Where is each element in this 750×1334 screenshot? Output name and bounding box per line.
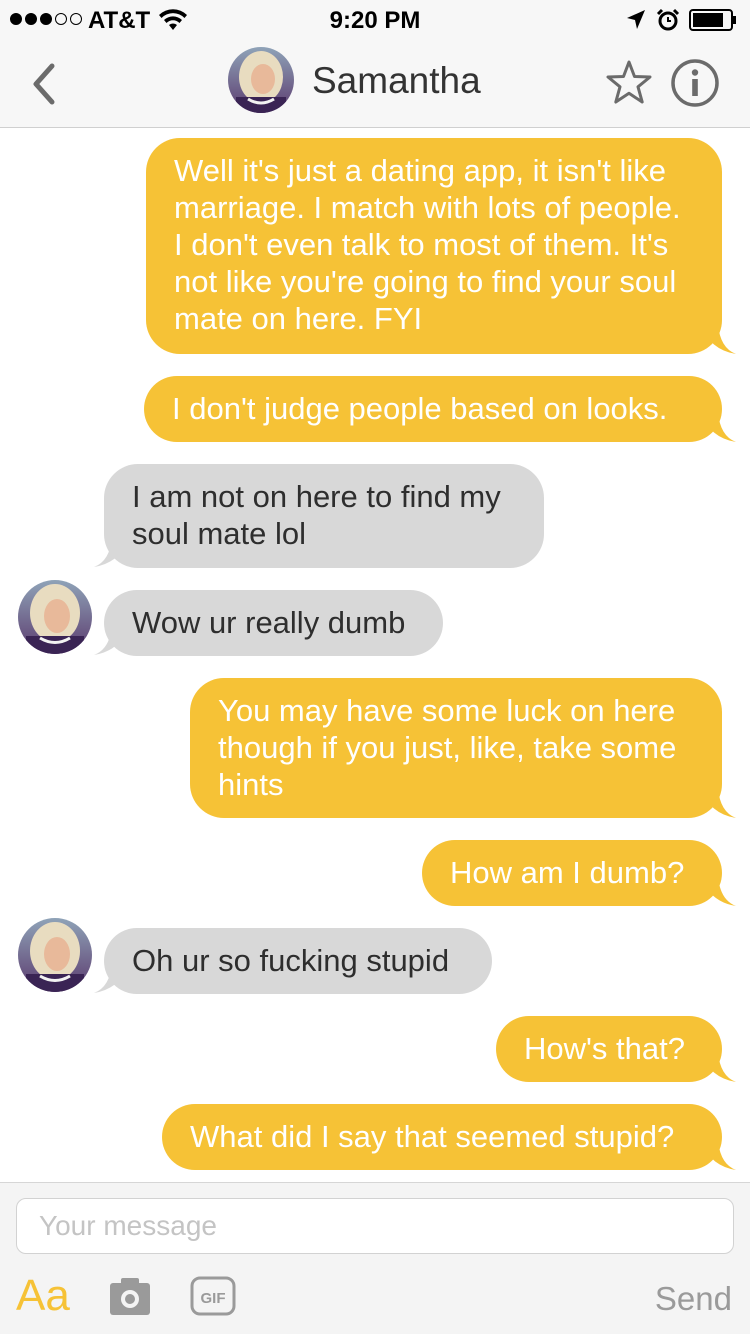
- incoming-message-bubble[interactable]: Wow ur really dumb: [104, 590, 443, 656]
- message-text: You may have some luck on here though if…: [218, 693, 677, 802]
- sender-avatar[interactable]: [18, 918, 92, 992]
- sender-avatar[interactable]: [18, 580, 92, 654]
- contact-name[interactable]: Samantha: [312, 60, 481, 102]
- message-text: I don't judge people based on looks.: [172, 391, 668, 426]
- message-text: Well it's just a dating app, it isn't li…: [174, 153, 681, 336]
- message-composer: Aa GIF Send: [0, 1182, 750, 1334]
- status-bar: AT&T 9:20 PM: [0, 0, 750, 40]
- alarm-clock-icon: [656, 8, 680, 31]
- camera-icon[interactable]: [108, 1275, 152, 1317]
- incoming-message-bubble[interactable]: I am not on here to find my soul mate lo…: [104, 464, 544, 568]
- bubble-tail: [700, 1052, 736, 1082]
- conversation-header: Samantha: [0, 40, 750, 128]
- message-text: How am I dumb?: [450, 855, 685, 890]
- message-text: How's that?: [524, 1031, 685, 1066]
- info-icon[interactable]: [670, 58, 720, 108]
- gif-icon: GIF: [190, 1276, 236, 1316]
- bubble-tail: [700, 1140, 736, 1170]
- bubble-tail: [94, 537, 130, 567]
- bubble-tail: [700, 324, 736, 354]
- incoming-message-bubble[interactable]: Oh ur so fucking stupid: [104, 928, 492, 994]
- font-style-button[interactable]: Aa: [16, 1271, 70, 1321]
- message-input[interactable]: [16, 1198, 734, 1254]
- message-list[interactable]: Well it's just a dating app, it isn't li…: [0, 129, 750, 1181]
- contact-avatar[interactable]: [228, 47, 294, 113]
- outgoing-message-bubble[interactable]: Well it's just a dating app, it isn't li…: [146, 138, 722, 354]
- gif-button[interactable]: GIF: [189, 1275, 237, 1317]
- outgoing-message-bubble[interactable]: What did I say that seemed stupid?: [162, 1104, 722, 1170]
- send-button[interactable]: Send: [655, 1280, 732, 1318]
- gif-label: GIF: [201, 1290, 226, 1307]
- message-text: I am not on here to find my soul mate lo…: [132, 479, 501, 551]
- outgoing-message-bubble[interactable]: You may have some luck on here though if…: [190, 678, 722, 818]
- bubble-tail: [94, 963, 130, 993]
- location-arrow-icon: [627, 10, 645, 29]
- outgoing-message-bubble[interactable]: How's that?: [496, 1016, 722, 1082]
- message-text: Oh ur so fucking stupid: [132, 943, 450, 978]
- bubble-tail: [700, 876, 736, 906]
- bubble-tail: [700, 788, 736, 818]
- message-text: Wow ur really dumb: [132, 605, 406, 640]
- message-text: What did I say that seemed stupid?: [190, 1119, 675, 1154]
- back-chevron-icon[interactable]: [26, 62, 62, 106]
- bubble-tail: [94, 625, 130, 655]
- battery-icon: [689, 9, 736, 31]
- star-icon[interactable]: [604, 58, 654, 108]
- outgoing-message-bubble[interactable]: How am I dumb?: [422, 840, 722, 906]
- bubble-tail: [700, 412, 736, 442]
- outgoing-message-bubble[interactable]: I don't judge people based on looks.: [144, 376, 722, 442]
